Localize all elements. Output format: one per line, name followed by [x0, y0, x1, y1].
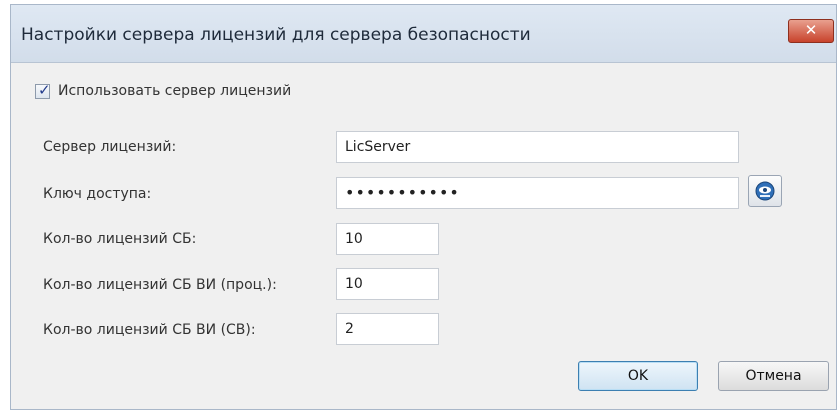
checkmark-icon: ✓ [38, 80, 51, 99]
close-button[interactable]: ✕ [788, 19, 834, 43]
sb-license-count-input[interactable]: 10 [336, 223, 439, 255]
server-input[interactable]: LicServer [336, 131, 739, 163]
window-title: Настройки сервера лицензий для сервера б… [21, 25, 531, 45]
sb-vi-sv-license-count-label: Кол-во лицензий СБ ВИ (СВ): [43, 322, 256, 338]
sb-vi-sv-license-count-input[interactable]: 2 [336, 313, 439, 345]
ok-button[interactable]: OK [578, 361, 698, 391]
sb-license-count-label: Кол-во лицензий СБ: [43, 231, 197, 247]
use-license-server-label: Использовать сервер лицензий [58, 83, 292, 99]
sb-vi-proc-license-count-input[interactable]: 10 [336, 268, 439, 300]
access-key-input[interactable]: ••••••••••• [336, 177, 739, 209]
show-password-icon [755, 181, 775, 201]
license-server-settings-dialog: Настройки сервера лицензий для сервера б… [10, 4, 837, 410]
sb-vi-proc-license-count-label: Кол-во лицензий СБ ВИ (проц.): [43, 277, 277, 293]
server-label: Сервер лицензий: [43, 139, 177, 155]
use-license-server-checkbox[interactable]: ✓ [35, 80, 51, 99]
use-license-server-row[interactable]: ✓ Использовать сервер лицензий [35, 81, 291, 101]
cancel-button[interactable]: Отмена [718, 361, 829, 391]
show-password-button[interactable] [748, 175, 782, 207]
title-bar[interactable]: Настройки сервера лицензий для сервера б… [11, 5, 836, 63]
close-icon: ✕ [804, 21, 818, 39]
dialog-content: ✓ Использовать сервер лицензий Сервер ли… [11, 63, 836, 409]
access-key-label: Ключ доступа: [43, 186, 152, 202]
